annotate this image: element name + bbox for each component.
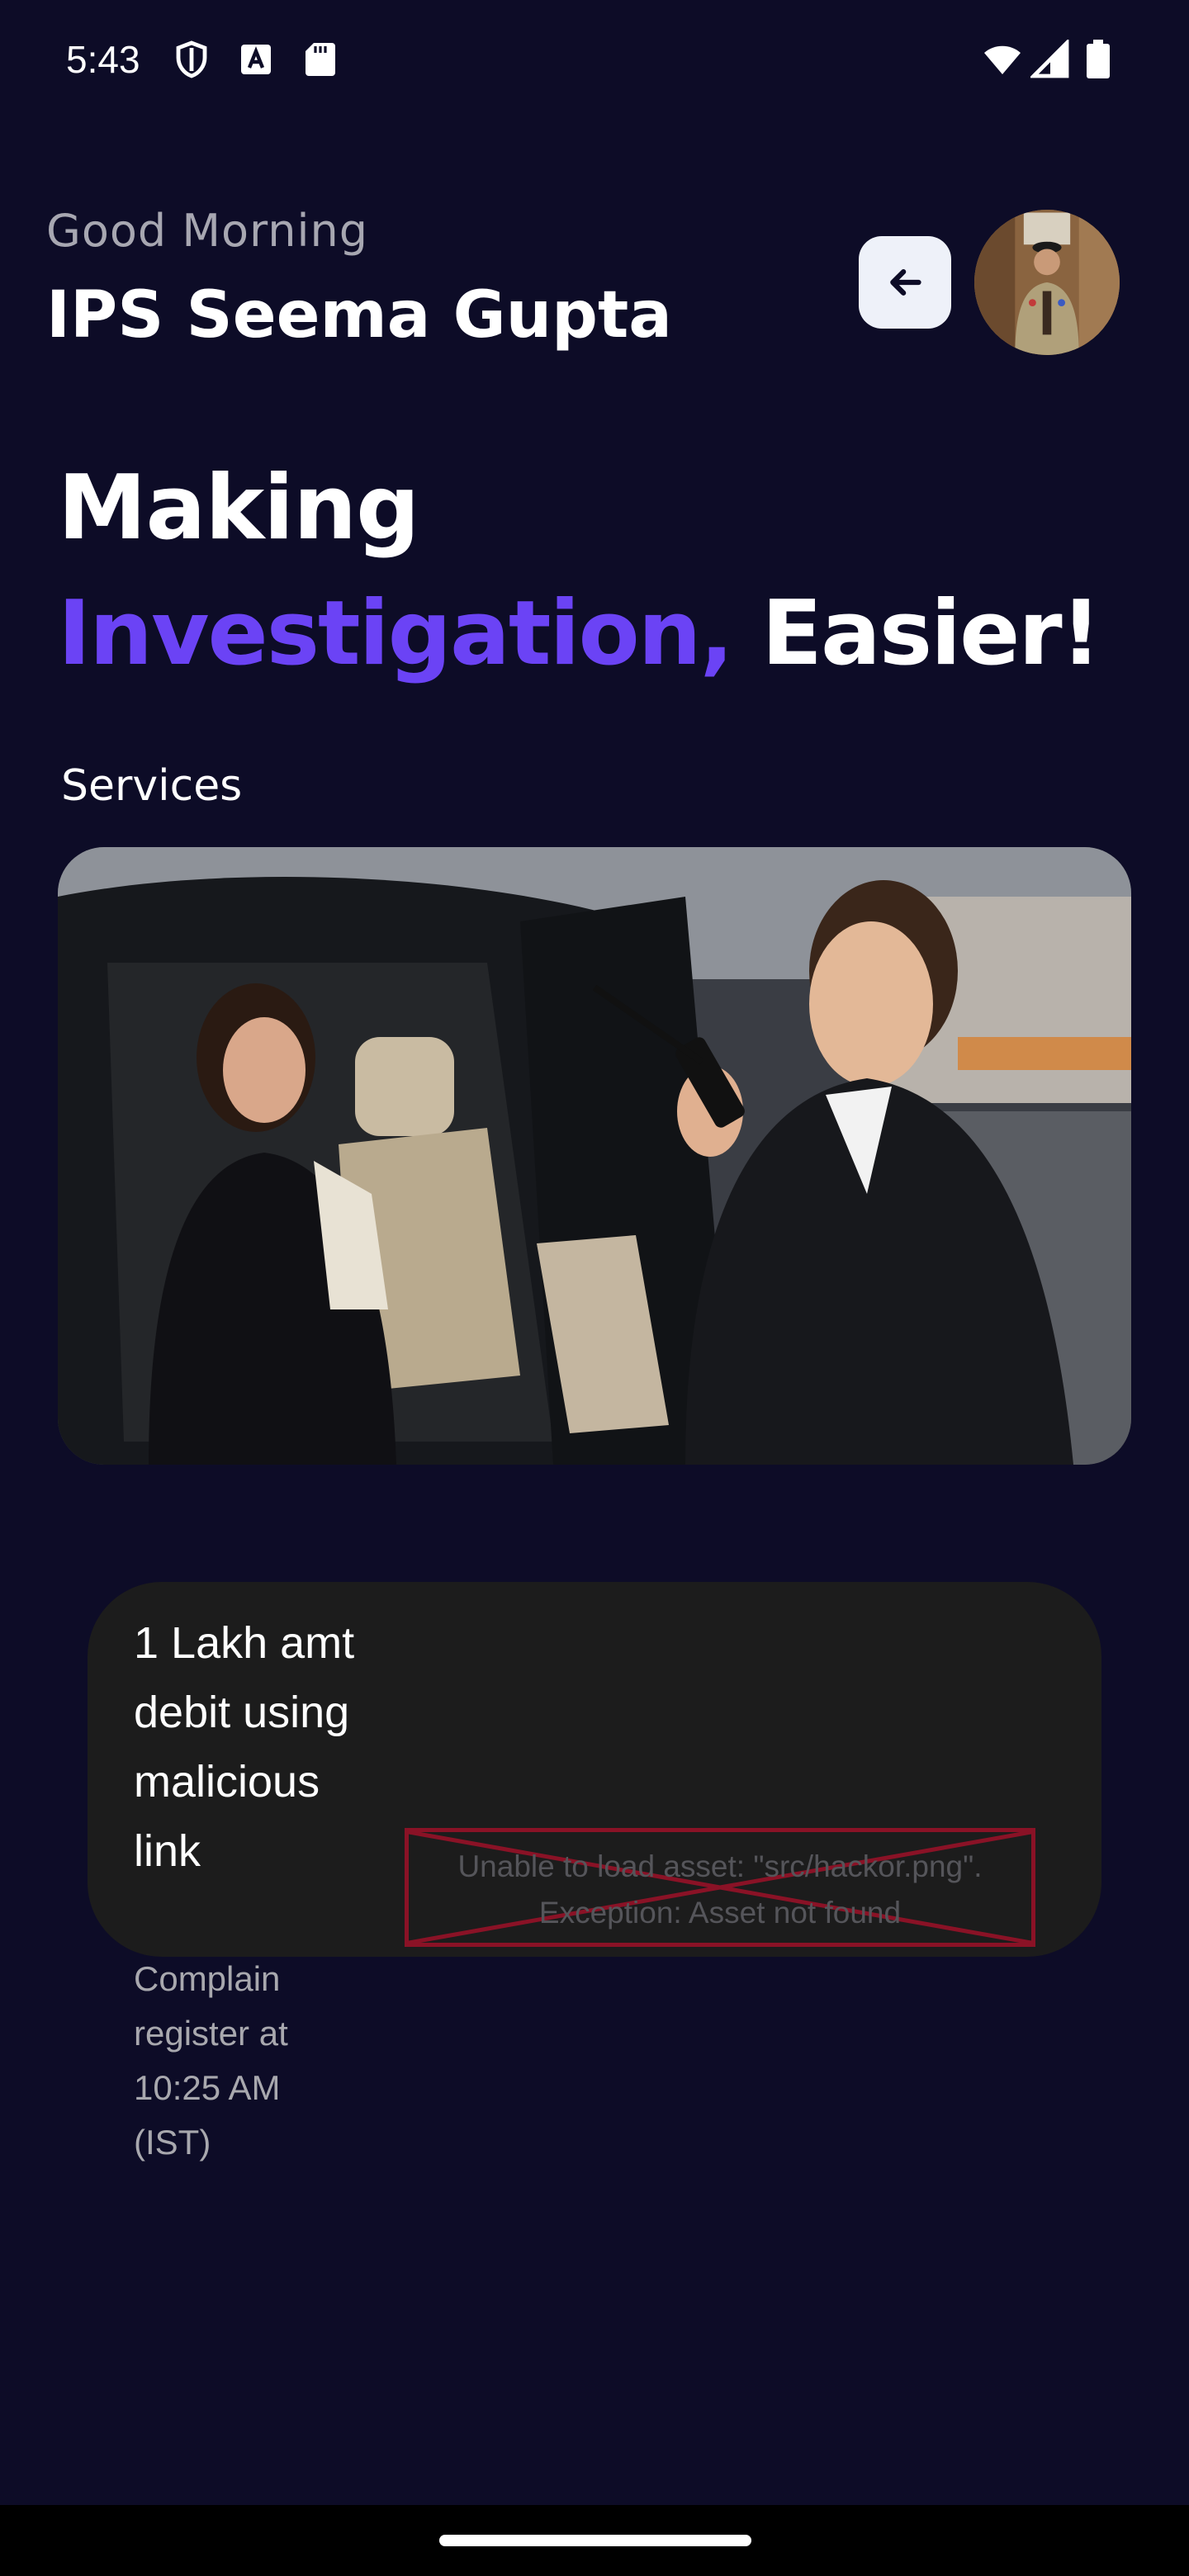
battery-icon [1082,40,1115,79]
arrow-left-icon [890,269,921,296]
greeting-text: Good Morning [46,205,368,257]
back-button[interactable] [859,236,951,329]
hero-plain-word: Easier! [761,582,1101,685]
status-time: 5:43 [66,38,140,81]
services-heading: Services [61,761,243,811]
asset-error-line2: Exception: Asset not found [538,1896,902,1930]
cellular-signal-icon [1030,40,1070,79]
wifi-icon [981,40,1024,79]
asset-error-line1: Unable to load asset: "src/hackor.png". [457,1849,983,1883]
bodyguard-photo [58,847,1131,1465]
avatar[interactable] [974,210,1120,355]
hero-heading-line1: Making [58,457,419,560]
font-icon [236,40,276,79]
asset-error-message: Unable to load asset: "src/hackor.png". … [409,1844,1031,1936]
asset-error-placeholder: Unable to load asset: "src/hackor.png". … [405,1828,1035,1947]
complaint-timestamp: Complain register at 10:25 AM (IST) [134,1959,288,2162]
sd-card-icon [301,40,340,79]
hero-heading-line2: Investigation, Easier! [58,578,1101,690]
user-name: IPS Seema Gupta [46,278,672,353]
shield-icon [172,40,211,79]
status-bar: 5:43 [0,0,1189,116]
profile-photo [974,210,1120,355]
hero-accent-word: Investigation, [58,582,734,685]
complaint-title: 1 Lakh amt debit using malicious link [134,1618,355,1876]
service-card-image[interactable] [58,847,1131,1465]
home-indicator[interactable] [439,2535,751,2546]
